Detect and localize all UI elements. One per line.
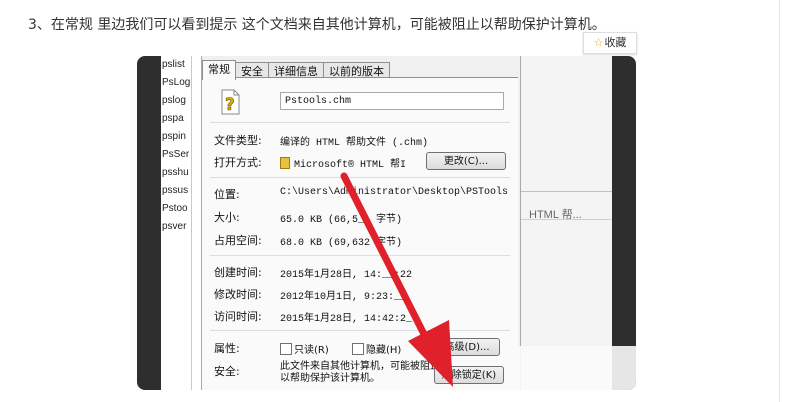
size-value: 65.0 KB (66,5__ 字节) [280,215,403,226]
svg-text:?: ? [225,95,235,115]
background-right-pane: HTML 帮... [519,56,612,390]
unblock-button[interactable]: 解除锁定(K) [434,366,504,384]
advanced-button[interactable]: 高级(D)... [434,338,500,356]
modified-label: 修改时间: [214,288,262,301]
created-value: 2015年1月28日, 14:__:22 [280,270,413,281]
checkbox-icon [352,343,364,355]
tab-bar: 常规 安全 详细信息 以前的版本 [202,60,390,80]
disk-size-label: 占用空间: [214,234,262,247]
list-item: pspa [162,113,184,124]
readonly-checkbox[interactable]: 只读(R) [280,341,329,356]
divider [210,177,510,178]
screenshot-frame: 内容 pslist PsLog pslog pspa pspin PsSer p… [137,56,636,390]
hidden-label: 隐藏(H) [366,345,402,356]
attributes-label: 属性: [214,342,240,355]
size-label: 大小: [214,211,240,224]
open-with-label: 打开方式: [214,156,262,169]
list-item: pslist [162,59,185,70]
security-label: 安全: [214,365,240,378]
blur-overlay [517,346,636,390]
disk-size-value: 68.0 KB (69,632 字节) [280,238,403,249]
hidden-checkbox[interactable]: 隐藏(H) [352,341,401,356]
open-with-value: Microsoft® HTML 帮I [280,155,406,171]
divider [210,122,510,123]
location-value: C:\Users\Administrator\Desktop\PSTools [280,187,509,198]
open-with-app: Microsoft® HTML 帮I [294,160,407,171]
background-file-list: pslist PsLog pslog pspa pspin PsSer pssh… [161,56,192,390]
checkbox-icon [280,343,292,355]
created-label: 创建时间: [214,266,262,279]
list-item: psshu [162,167,189,178]
star-icon: ☆ [593,36,604,49]
list-item: psver [162,221,187,232]
list-item: pslog [162,95,186,106]
general-panel: ? Pstools.chm 文件类型: 编译的 HTML 帮助文件 (.chm)… [202,77,518,390]
list-item: PsLog [162,77,191,88]
file-type-value: 编译的 HTML 帮助文件 (.chm) [280,138,429,149]
app-icon [280,157,290,169]
bookmark-label: 收藏 [604,36,627,49]
divider [519,191,612,192]
tab-general[interactable]: 常规 [202,60,236,80]
properties-dialog: 常规 安全 详细信息 以前的版本 ? Pstools.chm 文件类型: 编译的… [201,56,521,390]
change-button[interactable]: 更改(C)... [426,152,506,170]
bookmark-button[interactable]: ☆收藏 [583,32,637,54]
divider [210,330,510,331]
readonly-label: 只读(R) [294,345,329,356]
security-warning-text: 此文件来自其他计算机，可能被阻止以帮助保护该计算机。 [280,362,440,385]
list-item: pssus [162,185,189,196]
list-item: pspin [162,131,186,142]
file-type-label: 文件类型: [214,134,262,147]
filename-field[interactable]: Pstools.chm [280,92,504,110]
screenshot-content: 内容 pslist PsLog pslog pspa pspin PsSer p… [161,56,612,390]
list-item: Pstoo [162,203,188,214]
question-file-icon: ? [221,89,240,115]
location-label: 位置: [214,188,240,201]
divider [210,255,510,256]
divider [519,219,612,220]
list-item: PsSer [162,149,190,160]
step-text: 3、在常规 里边我们可以看到提示 这个文档来自其他计算机，可能被阻止以帮助保护计… [28,17,606,33]
accessed-value: 2015年1月28日, 14:42:2_ [280,314,413,325]
modified-value: 2012年10月1日, 9:23:__ [280,292,407,303]
page-divider [779,0,780,402]
accessed-label: 访问时间: [214,310,262,323]
